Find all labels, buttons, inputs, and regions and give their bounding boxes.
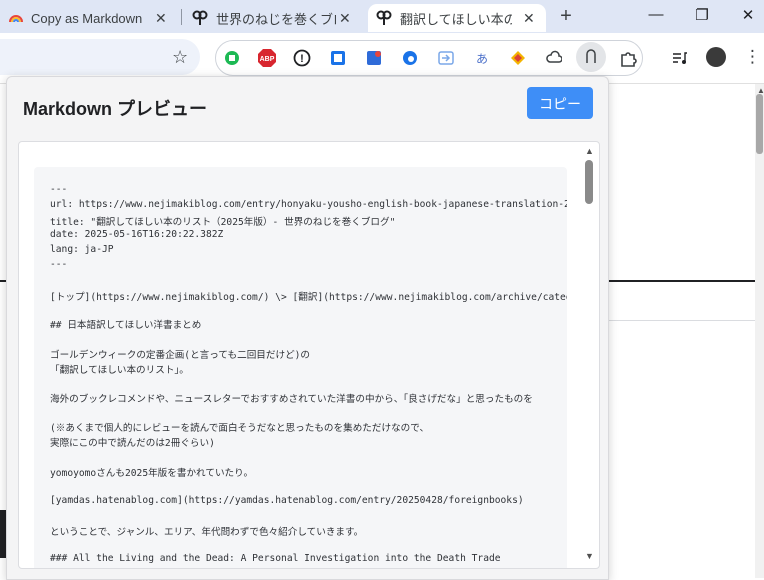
bookmark-star-icon[interactable]: ☆ [172, 47, 188, 68]
forward-icon[interactable] [438, 50, 454, 66]
translate-icon[interactable]: あ [474, 50, 490, 66]
color-icon[interactable] [510, 50, 526, 66]
cloud-icon[interactable] [546, 50, 562, 66]
code-line: 「翻訳してほしい本のリスト」。 [50, 365, 189, 376]
code-line: --- [50, 259, 68, 270]
code-line: --- [50, 184, 68, 195]
alert-label: ! [300, 53, 304, 65]
code-line: date: 2025-05-16T16:20:22.382Z [50, 229, 224, 240]
preview-frame: --- url: https://www.nejimakiblog.com/en… [18, 141, 600, 569]
tab-title: 世界のねじを巻くブログ [216, 11, 336, 27]
copy-markdown-glyph-icon [586, 49, 596, 63]
code-line: ## 日本語訳してほしい洋書まとめ [50, 320, 202, 331]
code-line: url: https://www.nejimakiblog.com/entry/… [50, 199, 567, 210]
new-tab-button[interactable]: + [556, 5, 576, 28]
alert-icon[interactable]: ! [293, 49, 311, 67]
code-line: ということで、ジャンル、エリア、年代問わずで色々紹介していきます。 [50, 527, 364, 538]
tab-strip: Copy as Markdown fo ✕ 世界のねじを巻くブログ ✕ 翻訳して… [0, 0, 764, 33]
markdown-code-block[interactable]: --- url: https://www.nejimakiblog.com/en… [34, 167, 567, 568]
code-line: yomoyomoさんも2025年版を書かれていたり。 [50, 468, 254, 479]
extensions-icon[interactable] [619, 49, 637, 67]
media-control-icon[interactable] [672, 50, 688, 66]
code-line: (※あくまで個人的にレビューを読んで面白そうだなと思ったものを集めただけなので、 [50, 423, 430, 434]
preview-scroll-thumb[interactable] [585, 160, 593, 204]
code-line: title: "翻訳してほしい本のリスト（2025年版）- 世界のねじを巻くブロ… [50, 217, 396, 228]
close-icon[interactable]: ✕ [523, 10, 535, 27]
abp-label: ABP [260, 56, 275, 63]
close-window-button[interactable]: ✕ [738, 6, 758, 24]
restore-button[interactable]: ❐ [692, 6, 712, 24]
tab-copy-as-markdown[interactable]: Copy as Markdown fo ✕ [0, 4, 178, 32]
more-menu-icon[interactable]: ⋮ [744, 47, 761, 67]
page-scroll-thumb[interactable] [756, 94, 763, 154]
minimize-button[interactable]: — [646, 6, 666, 23]
nejimaki-icon [192, 10, 208, 25]
clip-icon[interactable] [330, 50, 346, 66]
page-scrollbar[interactable] [755, 84, 764, 578]
scroll-up-arrow-icon[interactable]: ▲ [585, 146, 594, 156]
scroll-up-arrow-icon[interactable]: ▲ [757, 86, 764, 95]
edge-icon[interactable] [402, 50, 418, 66]
code-line: 海外のブックレコメンドや、ニュースレターでおすすめされていた洋書の中から、「良さ… [50, 394, 533, 405]
code-line: lang: ja-JP [50, 244, 114, 255]
tab-title: Copy as Markdown fo [31, 10, 144, 26]
nejimaki-icon [376, 10, 392, 25]
tab-book-list[interactable]: 翻訳してほしい本のリスト ✕ [368, 4, 546, 32]
close-icon[interactable]: ✕ [339, 10, 351, 27]
address-bar[interactable] [0, 39, 200, 75]
preview-scrollbar[interactable]: ▲ ▼ [582, 142, 598, 568]
code-line: [トップ](https://www.nejimakiblog.com/) \> … [50, 292, 567, 303]
tab-title: 翻訳してほしい本のリスト [400, 11, 512, 27]
tab-nejimaki-blog[interactable]: 世界のねじを巻くブログ ✕ [184, 4, 364, 32]
rainbow-icon [9, 15, 23, 23]
copy-button[interactable]: コピー [527, 87, 593, 119]
code-line: ### All the Living and the Dead: A Perso… [50, 553, 501, 564]
markdown-preview-popup: Markdown プレビュー コピー --- url: https://www.… [6, 76, 609, 580]
code-line: ゴールデンウィークの定番企画(と言っても二回目だけど)の [50, 350, 311, 361]
evernote-icon[interactable] [224, 50, 240, 66]
scroll-down-arrow-icon[interactable]: ▼ [585, 551, 594, 561]
close-icon[interactable]: ✕ [155, 10, 167, 27]
tab-separator [181, 9, 182, 25]
code-line: 実際にこの中で読んだのは2冊ぐらい) [50, 438, 215, 449]
popup-title: Markdown プレビュー [23, 99, 208, 119]
profile-avatar[interactable] [706, 47, 726, 67]
svg-text:あ: あ [476, 52, 488, 66]
page-divider [600, 320, 760, 321]
bookmark-b-icon[interactable] [366, 50, 382, 66]
adblock-plus-icon[interactable]: ABP [257, 48, 277, 68]
code-line: [yamdas.hatenablog.com](https://yamdas.h… [50, 495, 524, 506]
